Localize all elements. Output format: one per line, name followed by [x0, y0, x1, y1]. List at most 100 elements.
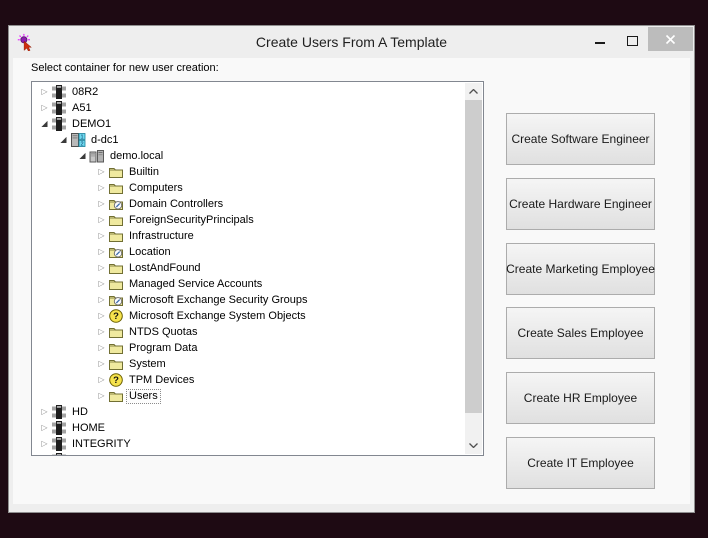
tree-item-users[interactable]: ▷ Users — [32, 388, 466, 404]
tree-item-demo-local[interactable]: ◢ demo.local — [32, 148, 466, 164]
tree-item-lostandfound[interactable]: ▷LostAndFound — [32, 260, 466, 276]
tree-item-microsoft-exchange-security-groups[interactable]: ▷ Microsoft Exchange Security Groups — [32, 292, 466, 308]
maximize-icon[interactable] — [616, 27, 648, 51]
dc-server-icon: 12 — [70, 132, 88, 148]
container-label: Select container for new user creation: — [31, 62, 219, 74]
folder-icon — [108, 324, 126, 340]
create-hardware-engineer-button[interactable]: Create Hardware Engineer — [506, 178, 655, 230]
tree-item-location[interactable]: ▷ Location — [32, 244, 466, 260]
tree-item-infrastructure[interactable]: ▷Infrastructure — [32, 228, 466, 244]
expand-arrow-icon[interactable]: ▷ — [38, 420, 51, 436]
tree-item-home[interactable]: ▷ HOME — [32, 420, 466, 436]
folder-icon — [108, 180, 126, 196]
expand-arrow-icon[interactable]: ▷ — [95, 356, 108, 372]
question-icon: ? — [108, 372, 126, 388]
tree-item-hd[interactable]: ▷ HD — [32, 404, 466, 420]
expand-arrow-icon[interactable]: ▷ — [95, 340, 108, 356]
tree-item-08r2[interactable]: ▷08R2 — [32, 84, 466, 100]
collapse-arrow-icon[interactable]: ◢ — [38, 116, 51, 132]
expand-arrow-icon[interactable]: ▷ — [38, 404, 51, 420]
tree-item-system[interactable]: ▷System — [32, 356, 466, 372]
expand-arrow-icon[interactable]: ▷ — [95, 276, 108, 292]
expand-arrow-icon[interactable]: ▷ — [38, 84, 51, 100]
container-tree[interactable]: ▷08R2▷A51◢DEMO1◢12d-dc1◢demo.local▷Built… — [31, 81, 484, 456]
tree-item-label: Builtin — [126, 165, 162, 180]
tree-item-tpm-devices[interactable]: ▷?TPM Devices — [32, 372, 466, 388]
expand-arrow-icon[interactable]: ▷ — [95, 228, 108, 244]
collapse-arrow-icon[interactable]: ◢ — [76, 148, 89, 164]
expand-arrow-icon[interactable]: ▷ — [38, 436, 51, 452]
minimize-icon[interactable] — [584, 27, 616, 51]
folder-icon — [108, 228, 126, 244]
tree-item-isv4[interactable]: ▷ ISV4 — [32, 452, 466, 456]
expand-arrow-icon[interactable]: ▷ — [95, 180, 108, 196]
svg-text:?: ? — [113, 311, 119, 322]
tree-item-microsoft-exchange-system-objects[interactable]: ▷? Microsoft Exchange System Objects — [32, 308, 466, 324]
svg-text:1: 1 — [80, 134, 83, 140]
tree-item-a51[interactable]: ▷A51 — [32, 100, 466, 116]
expand-arrow-icon[interactable]: ▷ — [95, 260, 108, 276]
title-bar[interactable]: Create Users From A Template — [9, 26, 694, 58]
tree-item-label: Managed Service Accounts — [126, 277, 265, 292]
create-marketing-employee-button[interactable]: Create Marketing Employee — [506, 243, 655, 295]
expand-arrow-icon[interactable]: ▷ — [95, 324, 108, 340]
folder-icon — [108, 276, 126, 292]
tree-item-managed-service-accounts[interactable]: ▷ Managed Service Accounts — [32, 276, 466, 292]
expand-arrow-icon[interactable]: ▷ — [95, 308, 108, 324]
tree-item-domain-controllers[interactable]: ▷ Domain Controllers — [32, 196, 466, 212]
tree-item-label: Users — [126, 389, 161, 404]
ou-folder-icon — [108, 244, 126, 260]
folder-icon — [108, 212, 126, 228]
tree-item-foreignsecurityprincipals[interactable]: ▷ ForeignSecurityPrincipals — [32, 212, 466, 228]
tree-item-computers[interactable]: ▷Computers — [32, 180, 466, 196]
expand-arrow-icon[interactable]: ▷ — [95, 372, 108, 388]
ou-folder-icon — [108, 292, 126, 308]
tree-item-label: Location — [126, 245, 174, 260]
create-software-engineer-button[interactable]: Create Software Engineer — [506, 113, 655, 165]
dialog-client-area: Select container for new user creation: … — [13, 58, 690, 504]
folder-icon — [108, 164, 126, 180]
expand-arrow-icon[interactable]: ▷ — [95, 196, 108, 212]
expand-arrow-icon[interactable]: ▷ — [38, 100, 51, 116]
create-it-employee-button[interactable]: Create IT Employee — [506, 437, 655, 489]
domain-icon — [51, 420, 69, 436]
expand-arrow-icon[interactable]: ▷ — [95, 164, 108, 180]
expand-arrow-icon[interactable]: ▷ — [38, 452, 51, 456]
scrollbar-thumb[interactable] — [465, 100, 482, 413]
expand-arrow-icon[interactable]: ▷ — [95, 388, 108, 404]
collapse-arrow-icon[interactable]: ◢ — [57, 132, 70, 148]
tree-item-label: ForeignSecurityPrincipals — [126, 213, 257, 228]
chevron-up-icon[interactable] — [465, 83, 482, 100]
folder-icon — [108, 260, 126, 276]
tree-item-integrity[interactable]: ▷INTEGRITY — [32, 436, 466, 452]
folder-icon — [108, 356, 126, 372]
create-sales-employee-button[interactable]: Create Sales Employee — [506, 307, 655, 359]
svg-text:?: ? — [113, 375, 119, 386]
tree-item-label: HOME — [69, 421, 108, 436]
question-icon: ? — [108, 308, 126, 324]
dialog-window: Create Users From A Template Select cont… — [8, 25, 695, 513]
tree-item-d-dc1[interactable]: ◢12d-dc1 — [32, 132, 466, 148]
close-icon[interactable] — [648, 27, 693, 51]
svg-text:2: 2 — [80, 141, 83, 147]
tree-item-builtin[interactable]: ▷ Builtin — [32, 164, 466, 180]
expand-arrow-icon[interactable]: ▷ — [95, 212, 108, 228]
tree-item-label: Microsoft Exchange System Objects — [126, 309, 309, 324]
tree-item-label: Microsoft Exchange Security Groups — [126, 293, 311, 308]
chevron-down-icon[interactable] — [465, 437, 482, 454]
create-hr-employee-button[interactable]: Create HR Employee — [506, 372, 655, 424]
tree-item-label: ISV4 — [69, 453, 99, 457]
expand-arrow-icon[interactable]: ▷ — [95, 244, 108, 260]
desktop: { "window": { "title": "Create Users Fro… — [0, 0, 708, 538]
tree-item-label: Domain Controllers — [126, 197, 226, 212]
vertical-scrollbar[interactable] — [465, 83, 482, 454]
folder-icon — [108, 340, 126, 356]
tree-item-label: DEMO1 — [69, 117, 114, 132]
expand-arrow-icon[interactable]: ▷ — [95, 292, 108, 308]
window-controls — [584, 27, 693, 51]
tree-item-demo1[interactable]: ◢ DEMO1 — [32, 116, 466, 132]
tree-item-program-data[interactable]: ▷Program Data — [32, 340, 466, 356]
tree-item-label: demo.local — [107, 149, 166, 164]
tree-item-label: HD — [69, 405, 91, 420]
tree-item-ntds-quotas[interactable]: ▷NTDS Quotas — [32, 324, 466, 340]
